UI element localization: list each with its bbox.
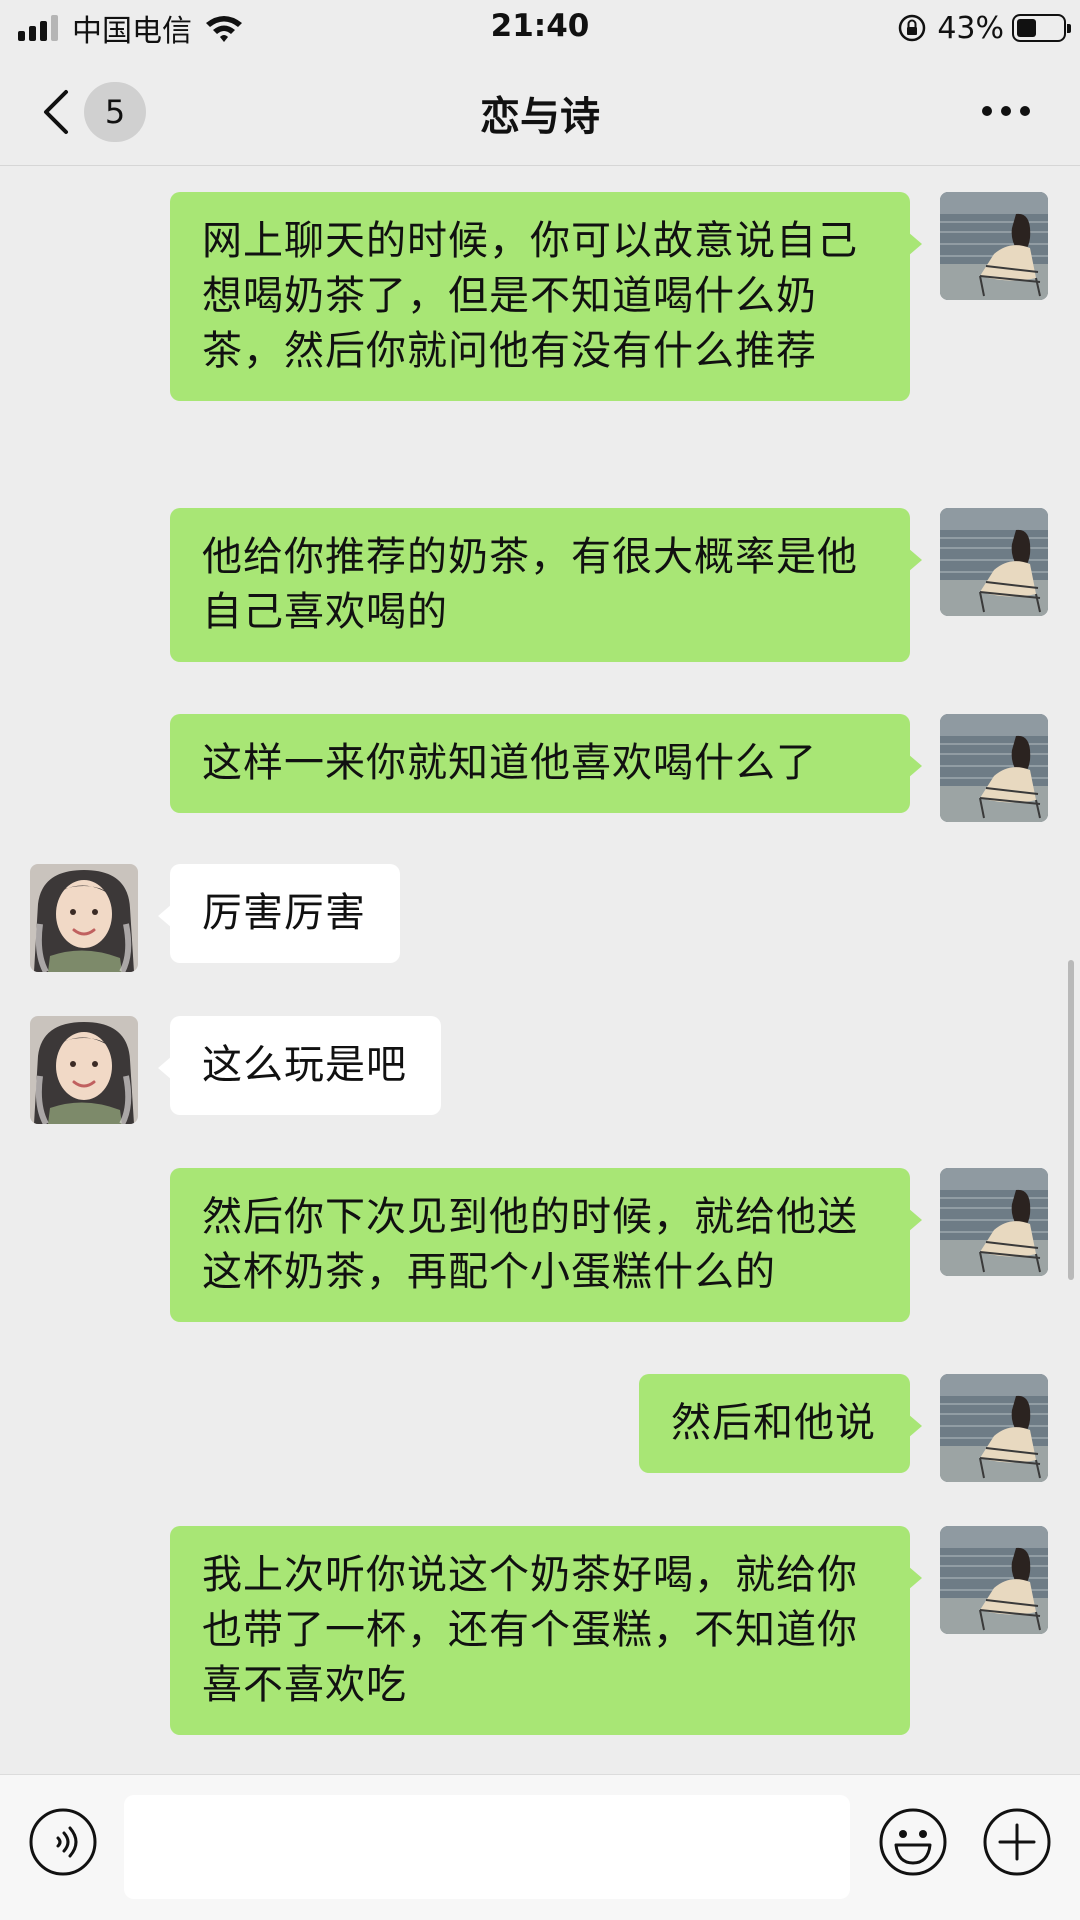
message-text: 我上次听你说这个奶茶好喝，就给你也带了一杯，还有个蛋糕，不知道你喜不喜欢吃	[202, 1552, 858, 1708]
avatar-image-sea	[940, 192, 1048, 300]
message-bubble-mine[interactable]: 他给你推荐的奶茶，有很大概率是他自己喜欢喝的	[170, 508, 922, 662]
my-avatar[interactable]	[940, 1526, 1048, 1634]
message-bubble-mine[interactable]: 然后和他说	[639, 1374, 922, 1473]
message-bubble-theirs[interactable]: 厉害厉害	[158, 864, 400, 963]
message-bubble-mine[interactable]: 网上聊天的时候，你可以故意说自己想喝奶茶了，但是不知道喝什么奶茶，然后你就问他有…	[170, 192, 922, 401]
message-text: 这么玩是吧	[202, 1042, 407, 1088]
my-avatar[interactable]	[940, 714, 1048, 822]
message-text: 然后你下次见到他的时候，就给他送这杯奶茶，再配个小蛋糕什么的	[202, 1194, 858, 1295]
status-bar: 中国电信 21:40 43%	[0, 0, 1080, 58]
message-bubble-mine[interactable]: 这样一来你就知道他喜欢喝什么了	[170, 714, 922, 813]
voice-icon[interactable]	[28, 1807, 98, 1877]
scrollbar[interactable]	[1068, 960, 1074, 1280]
plus-icon[interactable]	[982, 1807, 1052, 1877]
rotation-lock-icon	[899, 14, 926, 42]
message-input[interactable]	[124, 1795, 850, 1899]
my-avatar[interactable]	[940, 1374, 1048, 1482]
my-avatar[interactable]	[940, 1168, 1048, 1276]
message-text: 这样一来你就知道他喜欢喝什么了	[202, 740, 817, 786]
more-dots-icon[interactable]	[982, 106, 1030, 116]
chat-title: 恋与诗	[480, 94, 600, 140]
message-bubble-theirs[interactable]: 这么玩是吧	[158, 1016, 441, 1115]
chat-header: 5 恋与诗	[0, 58, 1080, 166]
contact-avatar[interactable]	[30, 864, 138, 972]
my-avatar[interactable]	[940, 508, 1048, 616]
input-bar	[0, 1774, 1080, 1920]
battery-icon	[1012, 14, 1071, 42]
battery-level-fill	[1017, 19, 1036, 37]
message-bubble-mine[interactable]: 然后你下次见到他的时候，就给他送这杯奶茶，再配个小蛋糕什么的	[170, 1168, 922, 1322]
message-bubble-mine[interactable]: 我上次听你说这个奶茶好喝，就给你也带了一杯，还有个蛋糕，不知道你喜不喜欢吃	[170, 1526, 922, 1735]
emoji-icon[interactable]	[878, 1807, 948, 1877]
message-text: 他给你推荐的奶茶，有很大概率是他自己喜欢喝的	[202, 534, 858, 635]
my-avatar[interactable]	[940, 192, 1048, 300]
contact-avatar[interactable]	[30, 1016, 138, 1124]
message-text: 厉害厉害	[202, 890, 366, 936]
message-text: 网上聊天的时候，你可以故意说自己想喝奶茶了，但是不知道喝什么奶茶，然后你就问他有…	[202, 218, 858, 374]
message-text: 然后和他说	[671, 1400, 876, 1446]
battery-percent: 43%	[937, 10, 1004, 46]
